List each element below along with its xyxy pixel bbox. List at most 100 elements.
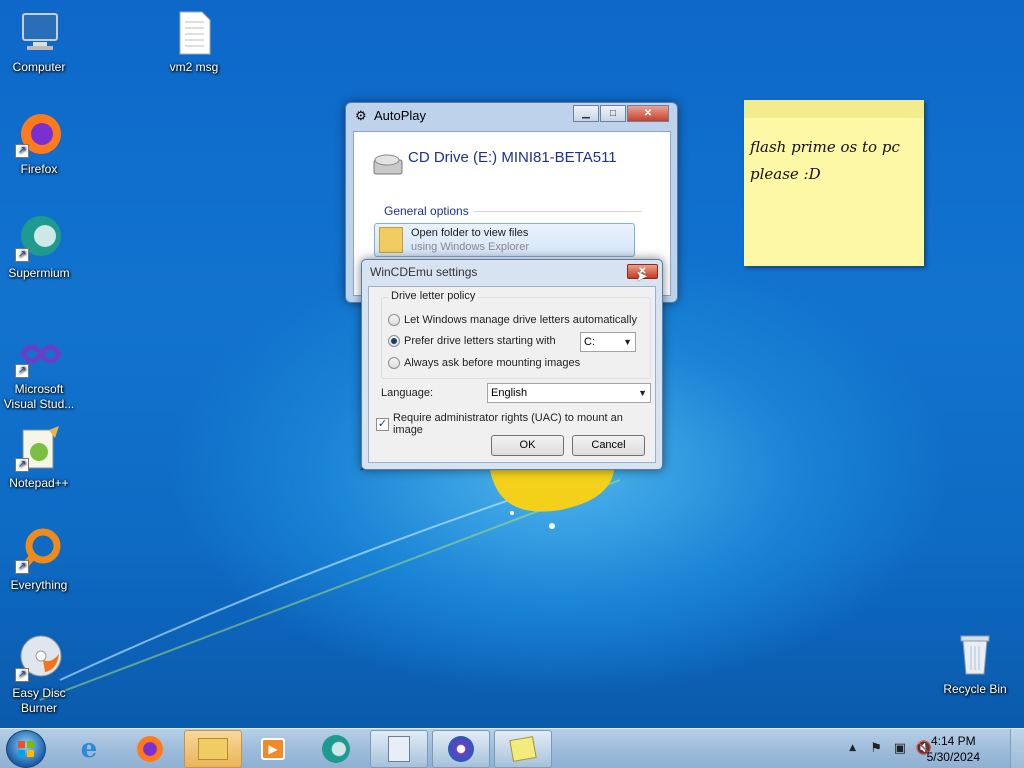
supermium-icon: ↗ — [15, 214, 63, 262]
language-label: Language: — [381, 387, 433, 399]
disc-burner-icon: ↗ — [15, 634, 63, 682]
desktop-icon-everything[interactable]: ↗ Everything — [0, 526, 81, 593]
dropdown-arrow-icon: ▼ — [638, 388, 647, 398]
desktop-icon-label: Everything — [10, 578, 68, 592]
wincdemu-settings-dialog[interactable]: WinCDEmu settings ✕ ➤ Drive letter polic… — [361, 259, 663, 470]
shortcut-arrow-icon: ↗ — [15, 458, 29, 472]
autoplay-icon: ⚙ — [355, 108, 367, 123]
radio-prefer-letters[interactable]: Prefer drive letters starting with — [388, 335, 556, 347]
close-button[interactable]: ✕ — [627, 105, 669, 122]
desktop-icon-notepad-plus-plus[interactable]: ↗ Notepad++ — [0, 424, 81, 491]
sticky-note-line: flash prime os to pc — [750, 138, 900, 156]
media-player-icon: ▶ — [261, 738, 285, 760]
autoplay-titlebar[interactable]: ⚙ AutoPlay ▁ □ ✕ — [346, 103, 677, 129]
desktop-icon-label: Recycle Bin — [943, 682, 1007, 696]
show-desktop-button[interactable] — [1010, 729, 1024, 768]
shortcut-arrow-icon: ↗ — [15, 560, 29, 574]
section-divider — [474, 211, 642, 212]
wincdemu-icon — [448, 736, 474, 762]
folder-icon — [379, 227, 403, 253]
desktop-icon-vm2-msg[interactable]: vm2 msg — [152, 8, 236, 75]
taskbar: e ▶ ▲ ⚑ ▣ 🔇 4:14 PM 5/30/2024 — [0, 728, 1024, 768]
dialog-body: Drive letter policy Let Windows manage d… — [368, 286, 656, 463]
drive-letter-select[interactable]: C: ▼ — [580, 332, 636, 352]
desktop-icon-label: Microsoft Visual Stud... — [3, 382, 75, 411]
selected-drive-letter: C: — [584, 336, 595, 348]
taskbar-supermium[interactable] — [307, 730, 365, 768]
group-label: Drive letter policy — [388, 290, 479, 302]
uac-checkbox-row[interactable]: ✓ Require administrator rights (UAC) to … — [376, 412, 655, 436]
shortcut-arrow-icon: ↗ — [15, 248, 29, 262]
radio-button[interactable] — [388, 314, 400, 326]
cd-drive-icon — [372, 152, 406, 185]
taskbar-media-player[interactable]: ▶ — [244, 730, 302, 768]
taskbar-wincdemu[interactable] — [432, 730, 490, 768]
desktop-icon-label: Computer — [12, 60, 66, 74]
uac-checkbox[interactable]: ✓ — [376, 417, 389, 431]
dialog-title: WinCDEmu settings — [370, 265, 478, 279]
desktop-icon-label: Firefox — [20, 162, 58, 176]
option-title: Open folder to view files — [411, 227, 529, 239]
desktop-icon-computer[interactable]: Computer — [0, 8, 81, 75]
show-hidden-icons-button[interactable]: ▲ — [849, 743, 856, 753]
shortcut-arrow-icon: ↗ — [15, 364, 29, 378]
folder-icon — [198, 738, 228, 760]
taskbar-calculator[interactable] — [370, 730, 428, 768]
notepad-plus-plus-icon: ↗ — [15, 424, 63, 472]
selected-language: English — [491, 387, 528, 399]
action-center-flag-icon[interactable]: ⚑ — [870, 741, 882, 756]
text-file-icon — [170, 8, 218, 56]
taskbar-sticky-notes[interactable] — [494, 730, 552, 768]
sticky-note[interactable]: flash prime os to pc please :D — [744, 100, 924, 266]
desktop-icon-label: vm2 msg — [169, 60, 219, 74]
windows-logo-icon — [18, 741, 34, 757]
open-folder-option[interactable]: Open folder to view files using Windows … — [374, 223, 635, 257]
desktop-icon-label: Supermium — [8, 266, 70, 280]
radio-always-ask[interactable]: Always ask before mounting images — [388, 357, 580, 369]
firefox-icon — [137, 736, 163, 762]
radio-button-selected[interactable] — [388, 335, 400, 347]
ok-button[interactable]: OK — [491, 435, 564, 456]
desktop-icon-label: Easy Disc Burner — [12, 686, 66, 715]
calculator-icon — [388, 736, 410, 762]
clock-time: 4:14 PM — [930, 734, 976, 748]
option-subtitle: using Windows Explorer — [411, 241, 529, 253]
maximize-button[interactable]: □ — [600, 105, 626, 122]
clock-date: 5/30/2024 — [926, 750, 980, 764]
uac-label: Require administrator rights (UAC) to mo… — [392, 412, 623, 436]
firefox-icon: ↗ — [15, 110, 63, 158]
radio-label: Prefer drive letters starting with — [404, 335, 556, 347]
language-select[interactable]: English ▼ — [487, 383, 651, 403]
drive-letter-policy-group: Drive letter policy Let Windows manage d… — [381, 290, 651, 379]
drive-title: CD Drive (E:) MINI81-BETA511 — [408, 149, 617, 166]
sticky-note-line: please :D — [750, 165, 821, 183]
radio-label: Let Windows manage drive letters automat… — [404, 314, 637, 326]
network-icon[interactable]: ▣ — [894, 741, 906, 756]
radio-auto-letters[interactable]: Let Windows manage drive letters automat… — [388, 314, 637, 326]
radio-label: Always ask before mounting images — [404, 357, 581, 369]
sticky-notes-icon — [509, 736, 537, 762]
desktop-icon-firefox[interactable]: ↗ Firefox — [0, 110, 81, 177]
minimize-button[interactable]: ▁ — [573, 105, 599, 122]
desktop-icon-recycle-bin[interactable]: Recycle Bin — [933, 630, 1017, 697]
shortcut-arrow-icon: ↗ — [15, 144, 29, 158]
start-button[interactable] — [6, 730, 46, 768]
taskbar-explorer[interactable] — [184, 730, 242, 768]
desktop-icon-label: Notepad++ — [9, 476, 69, 490]
desktop-icon-visual-studio[interactable]: ↗ Microsoft Visual Stud... — [0, 330, 81, 412]
dropdown-arrow-icon: ▼ — [623, 337, 632, 347]
everything-search-icon: ↗ — [15, 526, 63, 574]
recycle-bin-icon — [951, 630, 999, 678]
computer-icon — [15, 8, 63, 56]
taskbar-firefox[interactable] — [121, 730, 179, 768]
cancel-button[interactable]: Cancel — [572, 435, 645, 456]
taskbar-internet-explorer[interactable]: e — [60, 730, 118, 768]
system-clock[interactable]: 4:14 PM 5/30/2024 — [927, 733, 980, 765]
radio-button[interactable] — [388, 357, 400, 369]
dialog-titlebar[interactable]: WinCDEmu settings ✕ ➤ — [362, 260, 662, 285]
supermium-icon — [322, 735, 350, 763]
shortcut-arrow-icon: ↗ — [15, 668, 29, 682]
desktop-icon-easy-disc-burner[interactable]: ↗ Easy Disc Burner — [0, 634, 81, 716]
desktop-icon-supermium[interactable]: ↗ Supermium — [0, 214, 81, 281]
internet-explorer-icon: e — [80, 734, 98, 764]
